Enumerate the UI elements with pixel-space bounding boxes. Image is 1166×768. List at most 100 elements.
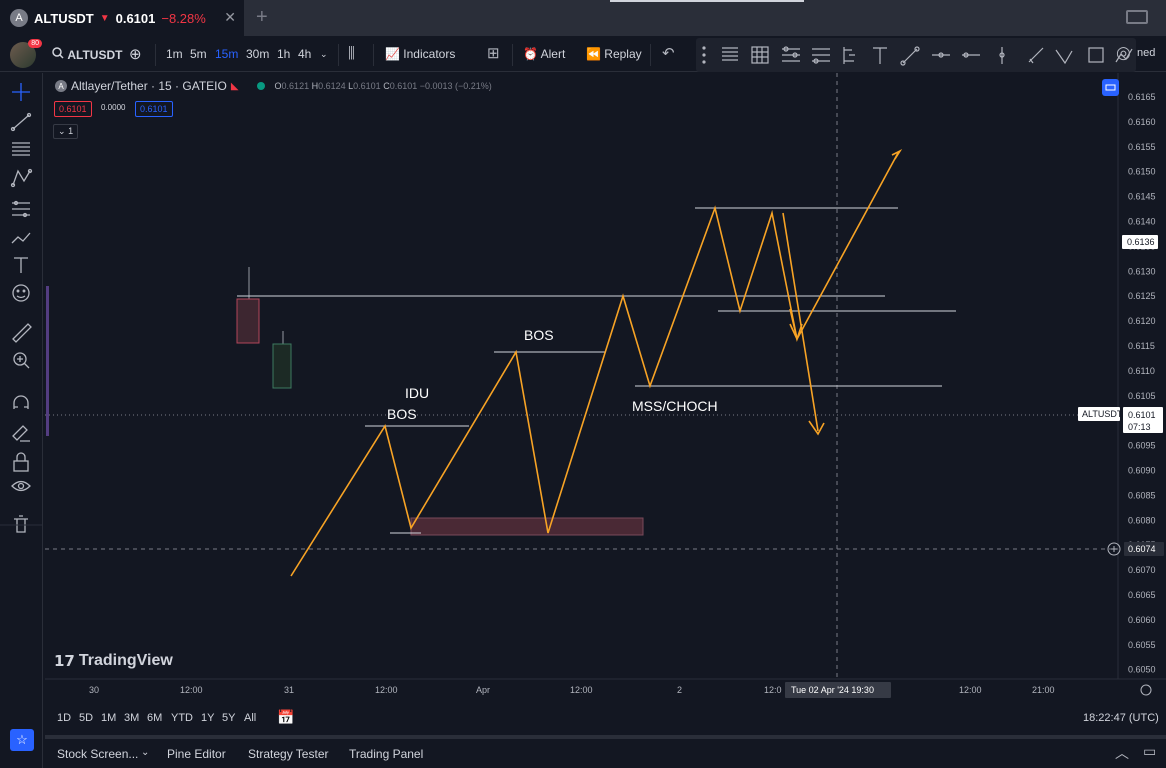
tab-stock-screener[interactable]: Stock Screen... <box>57 747 138 761</box>
price-axis-label: 0.6085 <box>1128 490 1156 500</box>
range-5d[interactable]: 5D <box>79 712 93 724</box>
symbol-label: ALTUSDT <box>67 48 123 62</box>
indicators-label: Indicators <box>403 47 456 61</box>
gear-icon[interactable] <box>1140 684 1152 696</box>
eye-icon[interactable] <box>11 480 31 492</box>
ask-price[interactable]: 0.6101 <box>135 101 173 117</box>
layout-grid-icon[interactable]: ⊞ <box>487 44 500 62</box>
trendline-icon[interactable] <box>10 112 32 132</box>
replay-label: Replay <box>604 47 642 61</box>
text-icon[interactable] <box>14 257 28 273</box>
new-tab-button[interactable]: + <box>256 6 268 29</box>
svg-text:12:00: 12:00 <box>180 685 203 695</box>
zoom-icon[interactable] <box>13 352 30 369</box>
range-ytd[interactable]: YTD <box>171 712 193 724</box>
chevron-up-icon[interactable]: ︿ <box>1115 743 1129 763</box>
price-path-drawing[interactable] <box>290 149 903 577</box>
date-range-icon[interactable]: 📅 <box>277 709 294 726</box>
price-axis-label: 0.6105 <box>1128 391 1156 401</box>
avatar[interactable]: 80 <box>10 39 42 68</box>
top-toolbar: 80 ALTUSDT ⊕ 1m 5m 15m 30m 1h 4h ⌄ ⫼ 📈 I… <box>0 38 1166 72</box>
legend-title[interactable]: Altlayer/Tether · 15 · GATEIO <box>71 79 227 93</box>
bottom-panel-tabs: Stock Screen... ⌄ Pine Editor Strategy T… <box>45 735 1166 768</box>
star-icon[interactable]: ☆ <box>10 729 34 751</box>
svg-text:Apr: Apr <box>476 685 490 695</box>
auto-scale-button[interactable] <box>1102 79 1119 96</box>
timeframe-30m[interactable]: 30m <box>246 47 269 61</box>
range-1d[interactable]: 1D <box>57 712 71 724</box>
price-axis-label: 0.6070 <box>1128 565 1156 575</box>
alert-button[interactable]: ⏰ Alert <box>523 47 565 61</box>
chevron-down-icon[interactable]: ⌄ <box>141 747 149 758</box>
emoji-icon[interactable] <box>12 284 30 302</box>
maximize-panel-icon[interactable]: ▭ <box>1143 743 1156 760</box>
price-axis-label: 0.6090 <box>1128 466 1156 476</box>
alert-label: Alert <box>540 47 566 61</box>
market-status-icon <box>256 82 265 90</box>
favicon-icon: A <box>10 9 28 27</box>
candle-type-icon[interactable]: ⫼ <box>348 45 355 62</box>
countdown-label: 07:13 <box>1128 422 1151 432</box>
range-6m[interactable]: 6M <box>147 712 162 724</box>
range-1m[interactable]: 1M <box>101 712 116 724</box>
range-all[interactable]: All <box>244 712 256 724</box>
fib-icon[interactable] <box>12 142 30 156</box>
bid-price[interactable]: 0.6101 <box>54 101 92 117</box>
right-cut-label: ned <box>1137 47 1156 59</box>
timeframe-1h[interactable]: 1h <box>277 47 290 61</box>
tab-pine-editor[interactable]: Pine Editor <box>167 747 226 761</box>
close-tab-icon[interactable]: ✕ <box>224 9 236 26</box>
timeframe-5m[interactable]: 5m <box>190 47 207 61</box>
timeframe-1m[interactable]: 1m <box>166 47 183 61</box>
price-axis-label: 0.6140 <box>1128 217 1156 227</box>
pattern-icon[interactable] <box>10 168 33 188</box>
chart-canvas[interactable]: IDU BOS BOS MSS/CHOCH 0.6165 0.6160 0.6155… <box>45 73 1166 707</box>
projection-icon[interactable] <box>12 200 30 218</box>
trash-icon[interactable] <box>14 515 28 533</box>
timeframe-4h[interactable]: 4h <box>298 47 311 61</box>
chevron-down-icon[interactable]: ⌄ <box>320 49 328 60</box>
lock-drawing-icon[interactable] <box>12 425 30 442</box>
browser-tab[interactable]: A ALTUSDT ▼ 0.6101 −8.28% ✕ <box>0 0 244 36</box>
range-toolbar: 1D 5D 1M 3M 6M YTD 1Y 5Y All 📅 18:22:47 … <box>45 706 1166 730</box>
lock-icon[interactable] <box>13 452 29 472</box>
legend-ohlc: O0.6121 H0.6124 L0.6101 C0.6101 −0.0013 … <box>274 81 492 91</box>
annotation-mss-choch: MSS/CHOCH <box>632 398 718 414</box>
annotations[interactable]: IDU BOS BOS MSS/CHOCH <box>387 327 718 422</box>
down-arrow-icon: ▼ <box>99 12 110 24</box>
indicator-toggle[interactable]: ⌄ 1 <box>53 124 79 139</box>
price-axis-label: 0.6065 <box>1128 590 1156 600</box>
annotation-idu: IDU <box>405 385 429 401</box>
replay-button[interactable]: ⏪ Replay <box>586 47 642 61</box>
range-5y[interactable]: 5Y <box>222 712 235 724</box>
crosshair-icon[interactable] <box>12 83 30 101</box>
target-icon[interactable]: ◎ <box>1116 43 1131 63</box>
range-3m[interactable]: 3M <box>124 712 139 724</box>
indicators-button[interactable]: 📈 Indicators <box>385 47 455 61</box>
alarm-icon: ⏰ <box>523 47 538 61</box>
flag-icon[interactable]: ◣ <box>231 81 239 92</box>
symbol-search-button[interactable]: ALTUSDT <box>52 47 122 62</box>
demand-zone-rect[interactable] <box>410 517 644 536</box>
magnet-icon[interactable] <box>13 395 29 409</box>
tab-trading-panel[interactable]: Trading Panel <box>349 747 423 761</box>
price-axis-labels: 0.6165 0.6160 0.6155 0.6150 0.6145 0.6140 0.61… <box>1128 92 1156 675</box>
timeframe-15m[interactable]: 15m <box>215 47 238 61</box>
price-axis-label: 0.6155 <box>1128 142 1156 152</box>
notification-badge: 80 <box>28 39 42 48</box>
left-toolbar <box>0 73 43 768</box>
brush-icon[interactable] <box>11 232 31 244</box>
svg-text:12:00: 12:00 <box>375 685 398 695</box>
utc-clock[interactable]: 18:22:47 (UTC) <box>1083 712 1159 724</box>
compare-add-icon[interactable]: ⊕ <box>129 45 142 63</box>
window-restore-icon[interactable] <box>1126 10 1148 24</box>
tab-change: −8.28% <box>161 10 206 26</box>
range-1y[interactable]: 1Y <box>201 712 214 724</box>
tab-strategy-tester[interactable]: Strategy Tester <box>248 747 328 761</box>
level-lines[interactable] <box>237 207 956 534</box>
crosshair-price-label: 0.6136 <box>1127 237 1155 247</box>
candle-bearish <box>236 267 260 344</box>
undo-icon[interactable]: ↶ <box>662 44 675 62</box>
drawing-favorites-icons[interactable] <box>696 38 1136 72</box>
ruler-icon[interactable] <box>12 323 32 343</box>
